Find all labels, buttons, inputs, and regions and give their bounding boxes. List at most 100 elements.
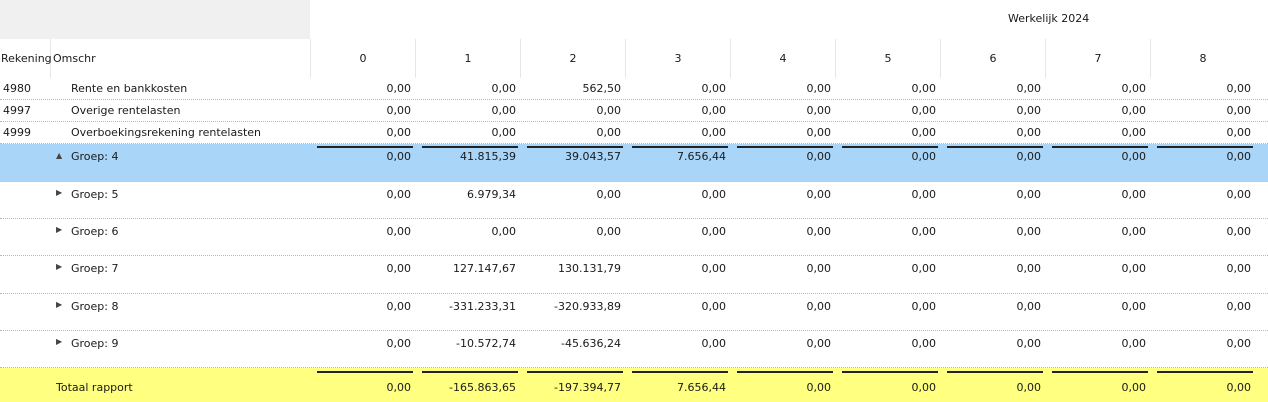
group-row[interactable]: ▶ Groep: 8 0,00 -331.233,31 -320.933,89 0,00 0…	[0, 294, 1268, 331]
value-cell-period-3[interactable]: 0,00	[630, 126, 727, 139]
value-cell-period-5[interactable]: 0,00	[840, 381, 937, 394]
group-row[interactable]: ▶ Groep: 7 0,00 127.147,67 130.131,79 0,00 0,0…	[0, 256, 1268, 294]
triangle-right-icon[interactable]: ▶	[56, 225, 62, 234]
value-cell-period-0[interactable]: 0,00	[315, 337, 412, 350]
total-row[interactable]: Totaal rapport 0,00 -165.863,65 -197.394,77…	[0, 368, 1268, 402]
value-cell-period-3[interactable]: 0,00	[630, 337, 727, 350]
value-cell-period-3[interactable]: 0,00	[630, 300, 727, 313]
value-cell-period-0[interactable]: 0,00	[315, 82, 412, 95]
value-cell-period-1[interactable]: -165.863,65	[420, 381, 516, 394]
value-cell-period-7[interactable]: 0,00	[1050, 188, 1147, 201]
value-cell-period-5[interactable]: 0,00	[840, 104, 937, 117]
column-header-period-2[interactable]: 2	[520, 39, 625, 78]
value-cell-period-1[interactable]: 0,00	[420, 225, 517, 238]
value-cell-period-6[interactable]: 0,00	[945, 126, 1042, 139]
value-cell-period-5[interactable]: 0,00	[840, 262, 937, 275]
value-cell-period-6[interactable]: 0,00	[945, 104, 1042, 117]
value-cell-period-8[interactable]: 0,00	[1155, 104, 1252, 117]
value-cell-period-6[interactable]: 0,00	[945, 300, 1042, 313]
value-cell-period-8[interactable]: 0,00	[1155, 126, 1252, 139]
group-row[interactable]: ▲ Groep: 4 0,00 41.815,39 39.043,57 7.656,44 0…	[0, 144, 1268, 182]
value-cell-period-0[interactable]: 0,00	[315, 150, 412, 163]
value-cell-period-8[interactable]: 0,00	[1155, 225, 1252, 238]
value-cell-period-2[interactable]: 0,00	[525, 188, 622, 201]
value-cell-period-1[interactable]: 127.147,67	[420, 262, 516, 275]
value-cell-period-0[interactable]: 0,00	[315, 225, 412, 238]
column-header-period-7[interactable]: 7	[1045, 39, 1150, 78]
value-cell-period-2[interactable]: 0,00	[525, 126, 622, 139]
value-cell-period-4[interactable]: 0,00	[735, 150, 832, 163]
value-cell-period-1[interactable]: -10.572,74	[420, 337, 516, 350]
value-cell-period-6[interactable]: 0,00	[945, 262, 1042, 275]
value-cell-period-3[interactable]: 0,00	[630, 82, 727, 95]
value-cell-period-8[interactable]: 0,00	[1155, 262, 1252, 275]
group-row[interactable]: ▶ Groep: 9 0,00 -10.572,74 -45.636,24 0,00 0,0…	[0, 331, 1268, 368]
value-cell-period-3[interactable]: 7.656,44	[630, 381, 726, 394]
value-cell-period-5[interactable]: 0,00	[840, 188, 937, 201]
value-cell-period-4[interactable]: 0,00	[735, 126, 832, 139]
triangle-right-icon[interactable]: ▶	[56, 337, 62, 346]
value-cell-period-0[interactable]: 0,00	[315, 126, 412, 139]
column-header-account[interactable]: Rekening	[1, 39, 52, 78]
value-cell-period-2[interactable]: 0,00	[525, 225, 622, 238]
column-header-period-0[interactable]: 0	[310, 39, 415, 78]
value-cell-period-6[interactable]: 0,00	[945, 82, 1042, 95]
table-row[interactable]: 4980 Rente en bankkosten 0,00 0,00 562,50 0,0…	[0, 78, 1268, 100]
value-cell-period-7[interactable]: 0,00	[1050, 225, 1147, 238]
value-cell-period-6[interactable]: 0,00	[945, 225, 1042, 238]
triangle-right-icon[interactable]: ▶	[56, 300, 62, 309]
value-cell-period-7[interactable]: 0,00	[1050, 150, 1147, 163]
value-cell-period-1[interactable]: 6.979,34	[420, 188, 516, 201]
column-header-period-5[interactable]: 5	[835, 39, 940, 78]
value-cell-period-8[interactable]: 0,00	[1155, 300, 1252, 313]
value-cell-period-2[interactable]: -45.636,24	[525, 337, 621, 350]
value-cell-period-7[interactable]: 0,00	[1050, 262, 1147, 275]
value-cell-period-4[interactable]: 0,00	[735, 225, 832, 238]
value-cell-period-1[interactable]: 0,00	[420, 104, 517, 117]
value-cell-period-3[interactable]: 0,00	[630, 104, 727, 117]
column-header-period-1[interactable]: 1	[415, 39, 520, 78]
value-cell-period-5[interactable]: 0,00	[840, 225, 937, 238]
table-row[interactable]: 4999 Overboekingsrekening rentelasten 0,00…	[0, 122, 1268, 144]
value-cell-period-6[interactable]: 0,00	[945, 188, 1042, 201]
value-cell-period-8[interactable]: 0,00	[1155, 82, 1252, 95]
value-cell-period-5[interactable]: 0,00	[840, 82, 937, 95]
value-cell-period-6[interactable]: 0,00	[945, 381, 1042, 394]
group-row[interactable]: ▶ Groep: 5 0,00 6.979,34 0,00 0,00 0,00 0,00 0,0…	[0, 182, 1268, 219]
value-cell-period-3[interactable]: 0,00	[630, 188, 727, 201]
value-cell-period-3[interactable]: 7.656,44	[630, 150, 726, 163]
value-cell-period-0[interactable]: 0,00	[315, 262, 412, 275]
column-header-period-6[interactable]: 6	[940, 39, 1045, 78]
value-cell-period-5[interactable]: 0,00	[840, 126, 937, 139]
value-cell-period-5[interactable]: 0,00	[840, 150, 937, 163]
value-cell-period-4[interactable]: 0,00	[735, 104, 832, 117]
value-cell-period-5[interactable]: 0,00	[840, 300, 937, 313]
value-cell-period-4[interactable]: 0,00	[735, 262, 832, 275]
column-header-period-8[interactable]: 8	[1150, 39, 1255, 78]
triangle-up-icon[interactable]: ▲	[56, 151, 62, 160]
value-cell-period-5[interactable]: 0,00	[840, 337, 937, 350]
column-header-period-3[interactable]: 3	[625, 39, 730, 78]
value-cell-period-7[interactable]: 0,00	[1050, 337, 1147, 350]
value-cell-period-0[interactable]: 0,00	[315, 381, 412, 394]
value-cell-period-4[interactable]: 0,00	[735, 188, 832, 201]
column-header-description[interactable]: Omschr	[53, 39, 309, 78]
value-cell-period-0[interactable]: 0,00	[315, 104, 412, 117]
value-cell-period-8[interactable]: 0,00	[1155, 381, 1252, 394]
value-cell-period-6[interactable]: 0,00	[945, 150, 1042, 163]
value-cell-period-2[interactable]: 130.131,79	[525, 262, 621, 275]
value-cell-period-6[interactable]: 0,00	[945, 337, 1042, 350]
column-header-period-4[interactable]: 4	[730, 39, 835, 78]
value-cell-period-7[interactable]: 0,00	[1050, 104, 1147, 117]
value-cell-period-2[interactable]: -320.933,89	[525, 300, 621, 313]
value-cell-period-2[interactable]: 0,00	[525, 104, 622, 117]
table-row[interactable]: 4997 Overige rentelasten 0,00 0,00 0,00 0,00 0…	[0, 100, 1268, 122]
value-cell-period-3[interactable]: 0,00	[630, 225, 727, 238]
value-cell-period-8[interactable]: 0,00	[1155, 188, 1252, 201]
value-cell-period-7[interactable]: 0,00	[1050, 381, 1147, 394]
value-cell-period-4[interactable]: 0,00	[735, 300, 832, 313]
value-cell-period-1[interactable]: 41.815,39	[420, 150, 516, 163]
value-cell-period-0[interactable]: 0,00	[315, 188, 412, 201]
value-cell-period-2[interactable]: -197.394,77	[525, 381, 621, 394]
triangle-right-icon[interactable]: ▶	[56, 262, 62, 271]
